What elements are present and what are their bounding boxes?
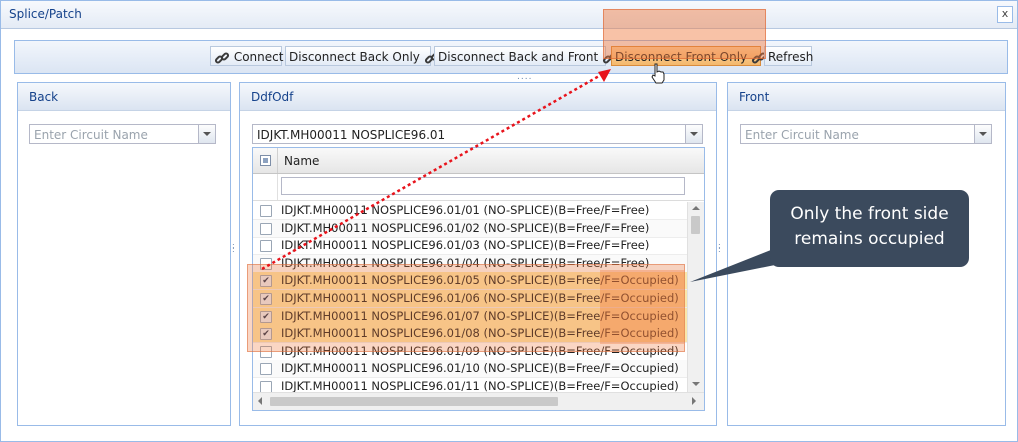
- annotation-callout: Only the front side remains occupied: [770, 190, 969, 267]
- table-row[interactable]: IDJKT.MH00011 NOSPLICE96.01/02 (NO-SPLIC…: [253, 219, 687, 238]
- grid-filter-row: [253, 174, 704, 201]
- checkbox-icon[interactable]: [260, 205, 272, 217]
- row-name: IDJKT.MH00011 NOSPLICE96.01/10 (NO-SPLIC…: [281, 361, 679, 376]
- name-column-header[interactable]: Name: [284, 154, 319, 168]
- toolbar-splitter[interactable]: ....: [517, 73, 532, 82]
- window-title: Splice/Patch: [9, 7, 82, 21]
- select-all-icon[interactable]: [260, 155, 271, 166]
- filter-spacer: [253, 174, 278, 200]
- back-circuit-placeholder: Enter Circuit Name: [34, 128, 148, 142]
- disconnect-back-and-front-label: Disconnect Back and Front: [438, 50, 599, 64]
- connect-button[interactable]: Connect: [210, 46, 284, 66]
- toolbar: Connect Disconnect Back Only Disconnect …: [14, 40, 1008, 82]
- back-panel-header: Back: [18, 83, 230, 111]
- chevron-down-icon[interactable]: [198, 125, 215, 143]
- ddf-panel-header: DdfOdf: [240, 83, 716, 111]
- close-button[interactable]: x: [997, 6, 1013, 23]
- ddf-panel: DdfOdf IDJKT.MH00011 NOSPLICE96.01 Name …: [239, 82, 717, 426]
- ddf-circuit-combo[interactable]: IDJKT.MH00011 NOSPLICE96.01: [252, 124, 703, 144]
- row-name: IDJKT.MH00011 NOSPLICE96.01/02 (NO-SPLIC…: [281, 220, 650, 235]
- table-row[interactable]: IDJKT.MH00011 NOSPLICE96.01/01 (NO-SPLIC…: [253, 202, 687, 220]
- front-panel-title: Front: [739, 90, 770, 104]
- row-name: IDJKT.MH00011 NOSPLICE96.01/01 (NO-SPLIC…: [281, 203, 650, 217]
- table-row[interactable]: IDJKT.MH00011 NOSPLICE96.01/10 (NO-SPLIC…: [253, 360, 687, 379]
- chevron-down-icon[interactable]: [685, 125, 702, 143]
- connect-label: Connect: [233, 50, 284, 64]
- row-name: IDJKT.MH00011 NOSPLICE96.01/11 (NO-SPLIC…: [281, 379, 679, 392]
- back-panel-title: Back: [29, 90, 59, 104]
- table-row[interactable]: IDJKT.MH00011 NOSPLICE96.01/11 (NO-SPLIC…: [253, 378, 687, 392]
- ddf-panel-title: DdfOdf: [251, 90, 294, 104]
- grid-vertical-scrollbar[interactable]: [687, 202, 704, 392]
- table-row[interactable]: IDJKT.MH00011 NOSPLICE96.01/03 (NO-SPLIC…: [253, 237, 687, 256]
- button-highlight-box: [603, 9, 766, 59]
- grid-header: Name: [253, 148, 704, 174]
- row-name: IDJKT.MH00011 NOSPLICE96.01/03 (NO-SPLIC…: [281, 238, 650, 253]
- checkbox-icon[interactable]: [260, 381, 272, 392]
- select-all-column[interactable]: [253, 148, 278, 173]
- occupied-status-highlight: [600, 270, 684, 344]
- front-circuit-placeholder: Enter Circuit Name: [745, 128, 859, 142]
- vertical-scroll-thumb[interactable]: [691, 216, 700, 234]
- right-splitter[interactable]: ::: [718, 242, 723, 254]
- back-panel: Back Enter Circuit Name: [17, 82, 231, 426]
- disconnect-back-only-label: Disconnect Back Only: [289, 50, 420, 64]
- refresh-button[interactable]: Refresh: [764, 46, 814, 66]
- chevron-down-icon[interactable]: [974, 125, 991, 143]
- checkbox-icon[interactable]: [260, 363, 272, 376]
- callout-line-2: remains occupied: [794, 229, 945, 249]
- disconnect-back-only-button[interactable]: Disconnect Back Only: [285, 46, 439, 66]
- front-circuit-combo[interactable]: Enter Circuit Name: [740, 124, 992, 144]
- front-panel-header: Front: [728, 83, 1005, 111]
- name-filter-input[interactable]: [281, 177, 685, 195]
- window-titlebar: Splice/Patch x: [1, 1, 1017, 29]
- checkbox-icon[interactable]: [260, 222, 272, 235]
- checkbox-icon[interactable]: [260, 240, 272, 253]
- ddf-circuit-value: IDJKT.MH00011 NOSPLICE96.01: [257, 128, 446, 142]
- refresh-label: Refresh: [768, 50, 814, 64]
- grid-horizontal-scrollbar[interactable]: [253, 392, 704, 410]
- left-splitter[interactable]: ::: [232, 242, 237, 254]
- horizontal-scroll-thumb[interactable]: [270, 397, 558, 406]
- link-icon: [214, 50, 230, 66]
- disconnect-back-and-front-button[interactable]: Disconnect Back and Front: [434, 46, 618, 66]
- back-circuit-combo[interactable]: Enter Circuit Name: [29, 124, 216, 144]
- callout-line-1: Only the front side: [790, 204, 949, 224]
